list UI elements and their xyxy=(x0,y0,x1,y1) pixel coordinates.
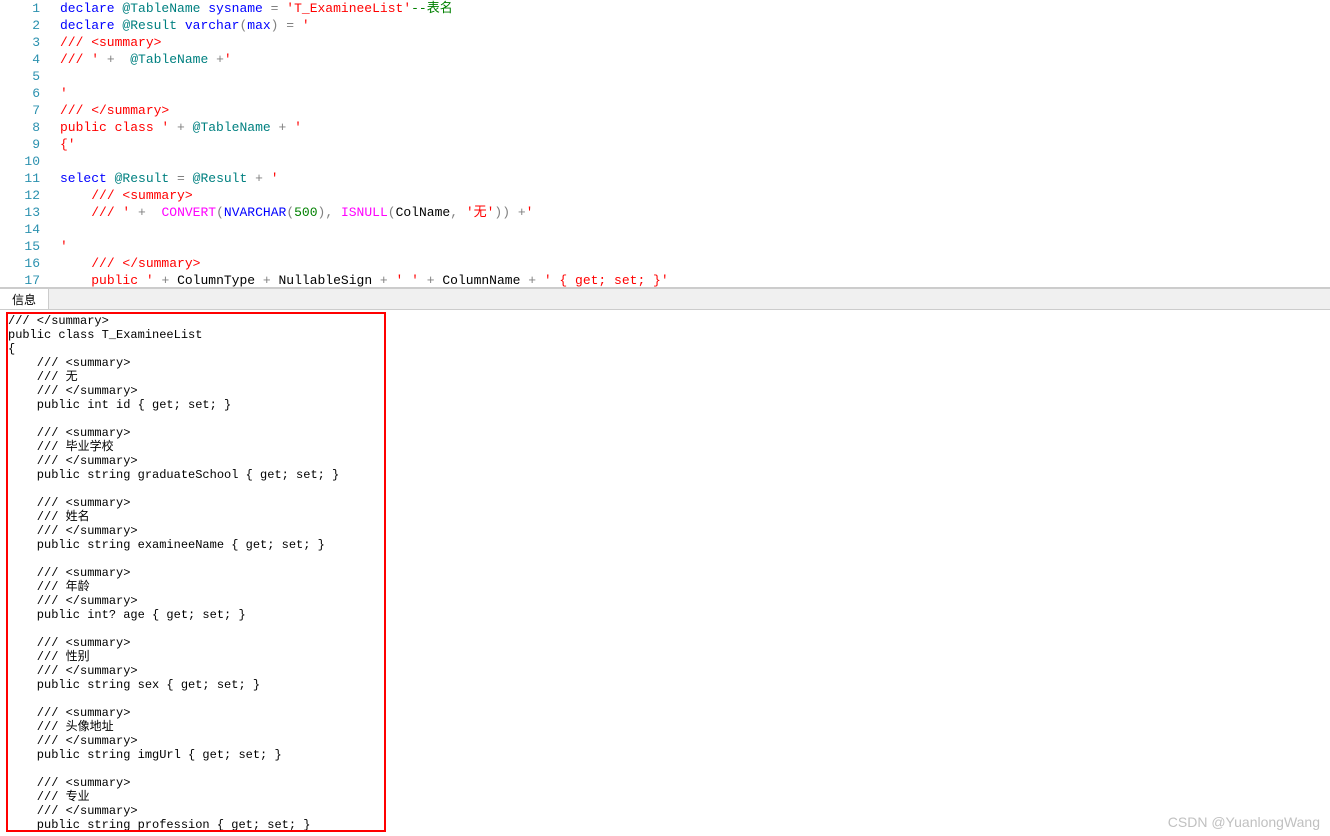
code-content[interactable]: /// ' + CONVERT(NVARCHAR(500), ISNULL(Co… xyxy=(50,204,533,221)
code-line[interactable]: 14 xyxy=(0,221,1330,238)
line-number: 10 xyxy=(0,153,50,170)
line-number: 8 xyxy=(0,119,50,136)
line-number: 14 xyxy=(0,221,50,238)
line-number: 3 xyxy=(0,34,50,51)
code-content[interactable]: ' xyxy=(50,85,68,102)
line-number: 15 xyxy=(0,238,50,255)
code-content[interactable] xyxy=(50,153,60,170)
code-content[interactable] xyxy=(50,68,60,85)
code-content[interactable]: public class ' + @TableName + ' xyxy=(50,119,302,136)
watermark: CSDN @YuanlongWang xyxy=(1168,814,1320,830)
line-number: 1 xyxy=(0,0,50,17)
code-line[interactable]: 5 xyxy=(0,68,1330,85)
code-line[interactable]: 12 /// <summary> xyxy=(0,187,1330,204)
code-content[interactable]: /// <summary> xyxy=(50,34,161,51)
code-line[interactable]: 13 /// ' + CONVERT(NVARCHAR(500), ISNULL… xyxy=(0,204,1330,221)
line-number: 9 xyxy=(0,136,50,153)
code-line[interactable]: 6' xyxy=(0,85,1330,102)
code-line[interactable]: 3/// <summary> xyxy=(0,34,1330,51)
line-number: 17 xyxy=(0,272,50,288)
code-content[interactable]: ' xyxy=(50,238,68,255)
code-line[interactable]: 4/// ' + @TableName +' xyxy=(0,51,1330,68)
output-panel[interactable]: /// </summary> public class T_ExamineeLi… xyxy=(0,310,1330,836)
line-number: 7 xyxy=(0,102,50,119)
line-number: 6 xyxy=(0,85,50,102)
code-line[interactable]: 17 public ' + ColumnType + NullableSign … xyxy=(0,272,1330,288)
code-content[interactable] xyxy=(50,221,60,238)
code-content[interactable]: /// ' + @TableName +' xyxy=(50,51,232,68)
code-line[interactable]: 2declare @Result varchar(max) = ' xyxy=(0,17,1330,34)
code-line[interactable]: 1declare @TableName sysname = 'T_Examine… xyxy=(0,0,1330,17)
code-content[interactable]: {' xyxy=(50,136,76,153)
code-content[interactable]: declare @Result varchar(max) = ' xyxy=(50,17,310,34)
results-tabbar: 信息 xyxy=(0,288,1330,310)
code-line[interactable]: 7/// </summary> xyxy=(0,102,1330,119)
line-number: 5 xyxy=(0,68,50,85)
code-content[interactable]: /// <summary> xyxy=(50,187,193,204)
line-number: 11 xyxy=(0,170,50,187)
line-number: 2 xyxy=(0,17,50,34)
code-content[interactable]: public ' + ColumnType + NullableSign + '… xyxy=(50,272,669,288)
line-number: 4 xyxy=(0,51,50,68)
code-line[interactable]: 11select @Result = @Result + ' xyxy=(0,170,1330,187)
code-line[interactable]: 15' xyxy=(0,238,1330,255)
output-text: /// </summary> public class T_ExamineeLi… xyxy=(8,314,1322,832)
code-line[interactable]: 10 xyxy=(0,153,1330,170)
code-content[interactable]: /// </summary> xyxy=(50,102,169,119)
code-line[interactable]: 16 /// </summary> xyxy=(0,255,1330,272)
code-content[interactable]: declare @TableName sysname = 'T_Examinee… xyxy=(50,0,453,17)
code-content[interactable]: select @Result = @Result + ' xyxy=(50,170,279,187)
code-line[interactable]: 9{' xyxy=(0,136,1330,153)
line-number: 13 xyxy=(0,204,50,221)
code-content[interactable]: /// </summary> xyxy=(50,255,200,272)
code-line[interactable]: 8public class ' + @TableName + ' xyxy=(0,119,1330,136)
line-number: 12 xyxy=(0,187,50,204)
code-editor[interactable]: 1declare @TableName sysname = 'T_Examine… xyxy=(0,0,1330,288)
tab-messages[interactable]: 信息 xyxy=(0,289,49,309)
line-number: 16 xyxy=(0,255,50,272)
